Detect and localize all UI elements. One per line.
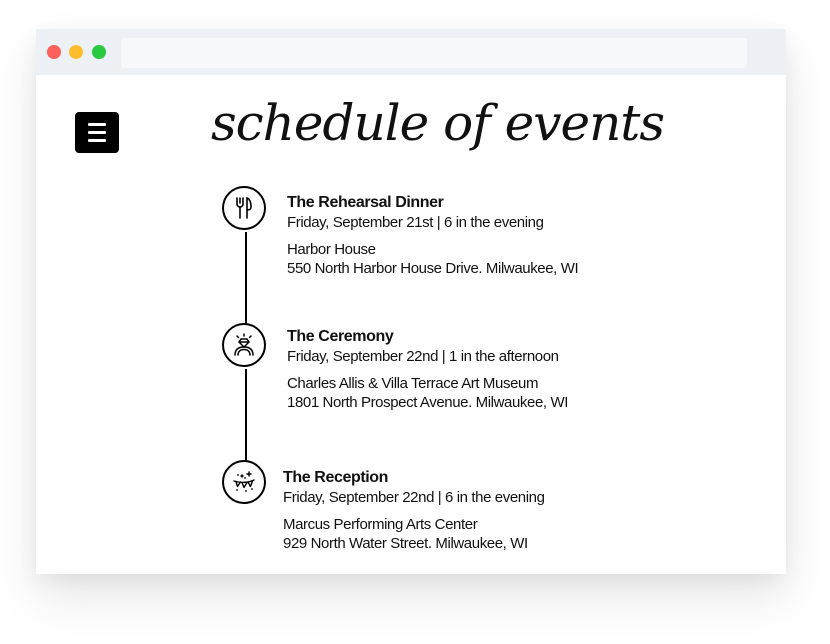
page-title: schedule of events <box>211 94 665 152</box>
event-item: The Ceremony Friday, September 22nd | 1 … <box>287 327 568 412</box>
address-bar[interactable] <box>121 38 747 68</box>
maximize-window-button[interactable] <box>92 45 106 59</box>
event-icon-badge <box>222 186 266 230</box>
browser-window: schedule of events The Rehearsal Dinner … <box>36 29 786 574</box>
diamond-ring-icon <box>234 333 254 356</box>
browser-titlebar <box>36 29 786 75</box>
event-icon-badge <box>222 460 266 504</box>
event-venue: Marcus Performing Arts Center <box>283 516 478 533</box>
minimize-window-button[interactable] <box>69 45 83 59</box>
event-venue: Charles Allis & Villa Terrace Art Museum <box>287 375 539 392</box>
event-title: The Ceremony <box>287 328 394 345</box>
event-item: The Rehearsal Dinner Friday, September 2… <box>287 193 579 278</box>
event-title: The Rehearsal Dinner <box>287 194 444 211</box>
event-datetime: Friday, September 21st | 6 in the evenin… <box>287 214 544 231</box>
timeline-connector <box>245 232 247 324</box>
event-address: 929 North Water Street. Milwaukee, WI <box>283 535 528 552</box>
event-icon-badge <box>222 323 266 367</box>
close-window-button[interactable] <box>47 45 61 59</box>
party-bunting-icon <box>233 471 255 492</box>
event-item: The Reception Friday, September 22nd | 6… <box>283 468 545 553</box>
event-datetime: Friday, September 22nd | 1 in the aftern… <box>287 348 559 365</box>
event-address: 1801 North Prospect Avenue. Milwaukee, W… <box>287 394 568 411</box>
timeline-connector <box>245 369 247 461</box>
fork-knife-icon <box>236 196 252 219</box>
event-address: 550 North Harbor House Drive. Milwaukee,… <box>287 260 579 277</box>
menu-button[interactable] <box>75 112 119 153</box>
event-venue: Harbor House <box>287 241 376 258</box>
event-datetime: Friday, September 22nd | 6 in the evenin… <box>283 489 545 506</box>
event-title: The Reception <box>283 469 389 486</box>
